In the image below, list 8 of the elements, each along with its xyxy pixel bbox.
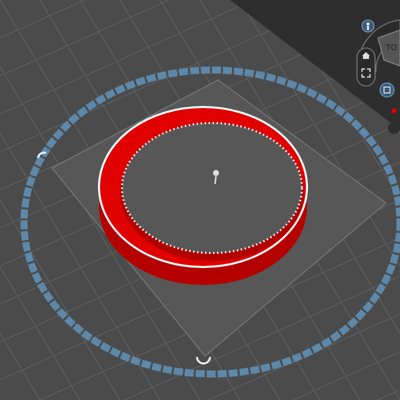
home-icon[interactable]	[362, 52, 370, 59]
move-handle-icon[interactable]	[213, 170, 219, 184]
rotate-handle-icon[interactable]	[37, 152, 46, 158]
ortho-view-button[interactable]	[380, 82, 394, 98]
rotate-handle-icon[interactable]	[196, 356, 211, 364]
fit-view-icon[interactable]	[361, 68, 371, 78]
gear-ring-drawing[interactable]	[98, 106, 308, 285]
rotation-ring[interactable]	[20, 66, 400, 378]
